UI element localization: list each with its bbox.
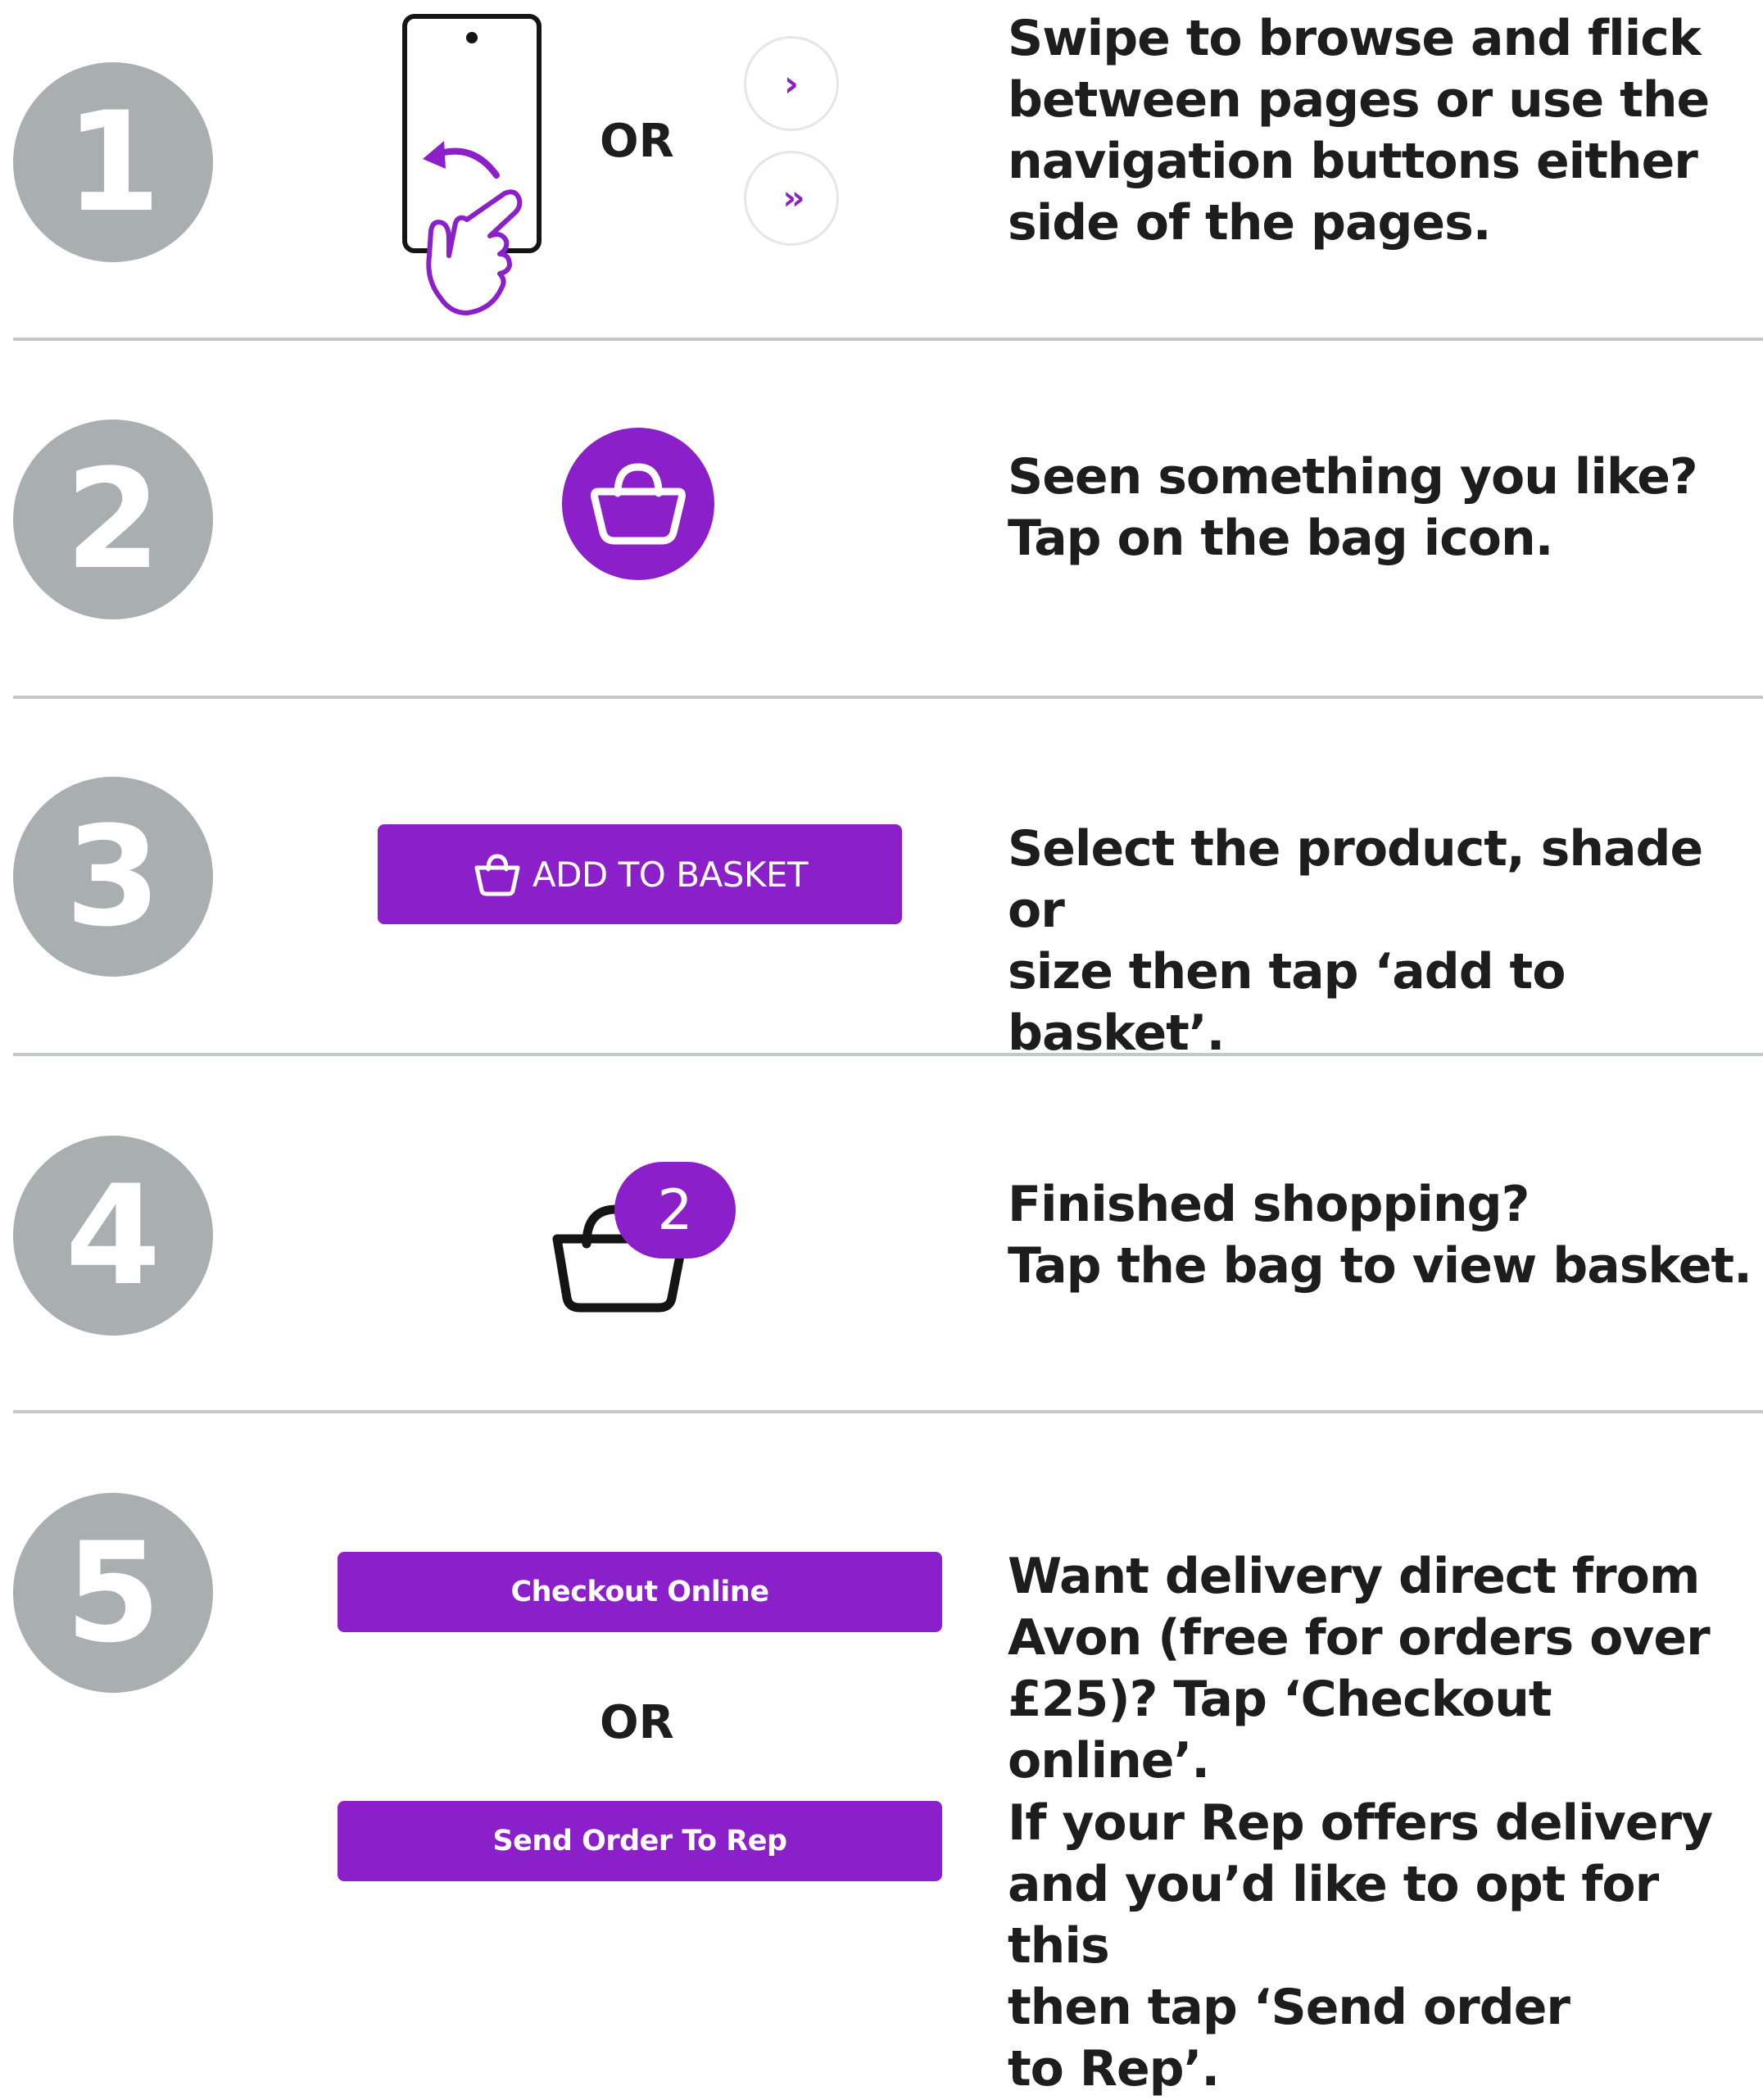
basket-count-badge: 2: [614, 1162, 736, 1259]
step-3-description: Select the product, shade or size then t…: [1008, 819, 1761, 1064]
send-order-to-rep-button[interactable]: Send Order To Rep: [338, 1801, 942, 1881]
description-line: between pages or use the: [1008, 71, 1710, 129]
step-number-1: 1: [13, 62, 213, 262]
description-line: Want delivery direct from: [1008, 1548, 1700, 1605]
description-line: Avon (free for orders over: [1008, 1609, 1711, 1667]
description-line: Finished shopping?: [1008, 1176, 1530, 1233]
step-number-2: 2: [13, 420, 213, 619]
description-line: size then tap ‘add to basket’.: [1008, 943, 1566, 1062]
step-5-description: Want delivery direct from Avon (free for…: [1008, 1546, 1761, 1792]
description-line: £25)? Tap ‘Checkout online’.: [1008, 1671, 1552, 1789]
or-label-step-5: OR: [600, 1696, 674, 1749]
description-line: Swipe to browse and flick: [1008, 10, 1702, 67]
next-page-button[interactable]: ›: [744, 36, 839, 131]
description-line: Seen something you like?: [1008, 448, 1698, 506]
step-2-description: Seen something you like? Tap on the bag …: [1008, 447, 1761, 569]
basket-outline-icon: [474, 854, 520, 896]
step-5-rep-description: If your Rep offers delivery and you’d li…: [1008, 1793, 1761, 2100]
checkout-online-label: Checkout Online: [510, 1576, 769, 1608]
phone-swipe-icon: [402, 14, 542, 315]
description-line: If your Rep offers delivery: [1008, 1794, 1713, 1852]
description-line: Select the product, shade or: [1008, 820, 1703, 939]
step-number-5: 5: [13, 1493, 213, 1693]
step-1-description: Swipe to browse and flick between pages …: [1008, 8, 1761, 254]
description-line: then tap ‘Send order: [1008, 1979, 1570, 2036]
divider: [13, 696, 1763, 699]
skip-pages-button[interactable]: ››: [744, 151, 839, 246]
send-order-to-rep-label: Send Order To Rep: [492, 1825, 787, 1857]
description-line: Tap the bag to view basket.: [1008, 1237, 1752, 1295]
description-line: side of the pages.: [1008, 194, 1492, 252]
description-line: navigation buttons either: [1008, 133, 1698, 190]
checkout-online-button[interactable]: Checkout Online: [338, 1552, 942, 1632]
description-line: and you’d like to opt for this: [1008, 1856, 1659, 1975]
double-chevron-right-icon: ››: [782, 179, 805, 217]
divider: [13, 1410, 1763, 1413]
step-4-description: Finished shopping? Tap the bag to view b…: [1008, 1174, 1761, 1297]
description-line: Tap on the bag icon.: [1008, 510, 1553, 567]
step-number-3: 3: [13, 777, 213, 977]
bag-icon[interactable]: [562, 428, 714, 580]
divider: [13, 1053, 1763, 1056]
add-to-basket-button[interactable]: ADD TO BASKET: [378, 824, 902, 924]
divider: [13, 338, 1763, 341]
or-label-step-1: OR: [600, 115, 674, 168]
add-to-basket-label: ADD TO BASKET: [532, 854, 809, 895]
description-line: to Rep’.: [1008, 2040, 1220, 2098]
step-number-4: 4: [13, 1136, 213, 1336]
chevron-right-icon: ›: [783, 62, 800, 105]
